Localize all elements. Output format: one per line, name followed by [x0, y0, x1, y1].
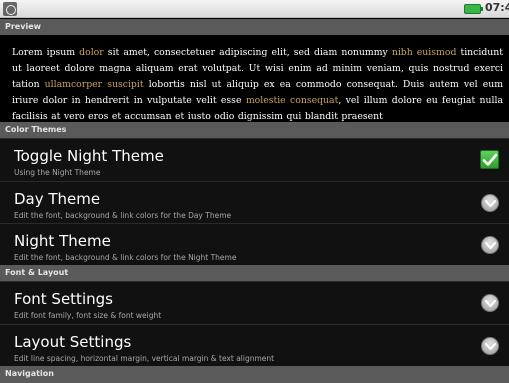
pref-summary: Edit the font, background & link colors …	[14, 253, 237, 262]
night-theme-item[interactable]: Night Theme Edit the font, background & …	[0, 223, 509, 265]
status-time: 07:4	[485, 1, 509, 14]
battery-icon	[464, 4, 483, 14]
usb-debug-icon	[3, 2, 17, 16]
chevron-down-icon	[481, 294, 499, 312]
preview-text: sit amet, consectetuer adipiscing elit, …	[103, 47, 392, 58]
pref-title: Font Settings	[14, 290, 113, 308]
theme-preview-text: Lorem ipsum dolor sit amet, consectetuer…	[0, 35, 509, 122]
pref-title: Day Theme	[14, 190, 101, 208]
pref-title: Toggle Night Theme	[14, 147, 164, 165]
section-header-preview: Preview	[0, 19, 509, 35]
pref-title: Layout Settings	[14, 333, 132, 351]
pref-summary: Edit the font, background & link colors …	[14, 211, 232, 220]
section-header-navigation: Navigation	[0, 366, 509, 383]
pref-title: Night Theme	[14, 232, 111, 250]
day-theme-item[interactable]: Day Theme Edit the font, background & li…	[0, 181, 509, 223]
section-header-color-themes: Color Themes	[0, 122, 509, 138]
layout-settings-item[interactable]: Layout Settings Edit line spacing, horiz…	[0, 324, 509, 366]
pref-summary: Edit line spacing, horizontal margin, ve…	[14, 354, 275, 363]
chevron-down-icon	[481, 236, 499, 254]
chevron-down-icon	[481, 194, 499, 212]
pref-summary: Using the Night Theme	[14, 168, 101, 177]
toggle-night-theme-item[interactable]: Toggle Night Theme Using the Night Theme	[0, 138, 509, 181]
preview-link: dolor	[79, 47, 104, 58]
section-header-font-layout: Font & Layout	[0, 265, 509, 281]
chevron-down-icon	[481, 337, 499, 355]
checkbox-checked-icon[interactable]	[480, 150, 499, 169]
preview-link: molestie consequat	[245, 95, 339, 106]
font-settings-item[interactable]: Font Settings Edit font family, font siz…	[0, 281, 509, 324]
pref-summary: Edit font family, font size & font weigh…	[14, 311, 162, 320]
preview-link: nibh euismod	[391, 47, 457, 58]
preview-text: Lorem ipsum	[12, 47, 80, 58]
status-bar: 07:4	[0, 0, 509, 18]
preview-link: ullamcorper suscipit	[44, 79, 144, 90]
